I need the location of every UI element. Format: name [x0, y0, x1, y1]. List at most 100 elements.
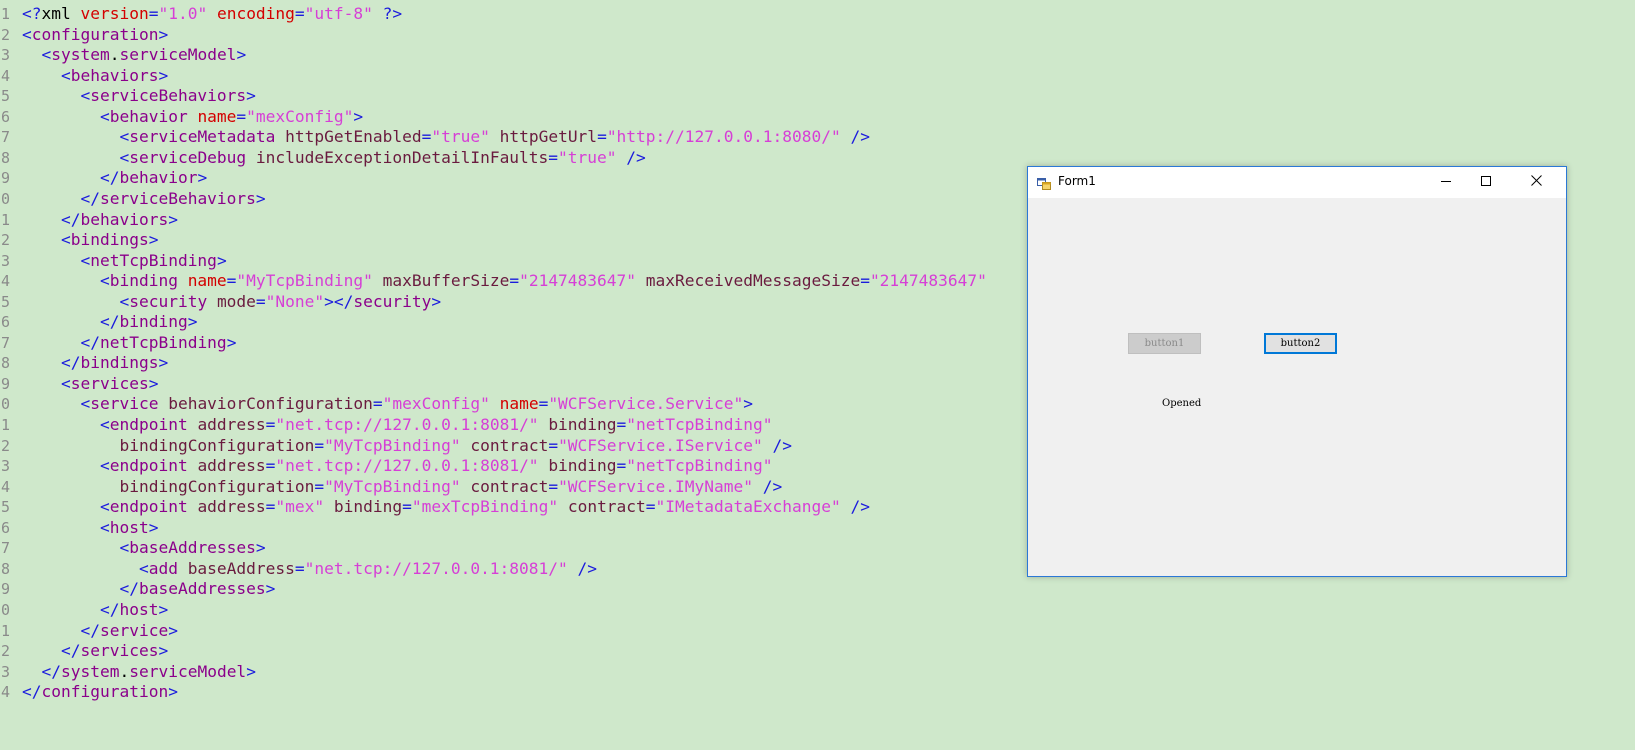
- code-token: address: [197, 497, 266, 517]
- code-text: <security mode="None"></security>: [22, 292, 441, 312]
- code-token: />: [850, 127, 870, 147]
- code-text: <bindings>: [22, 230, 158, 250]
- code-token: binding: [109, 271, 188, 291]
- code-text: bindingConfiguration="MyTcpBinding" cont…: [22, 477, 782, 497]
- code-token: "net.tcp://127.0.0.1:8081/": [275, 415, 539, 434]
- window-titlebar[interactable]: Form1: [1028, 167, 1566, 198]
- code-token: name: [187, 271, 227, 291]
- button2[interactable]: button2: [1264, 333, 1337, 354]
- minimize-button[interactable]: [1426, 167, 1466, 198]
- code-token: security: [129, 291, 217, 311]
- code-token: <: [80, 250, 91, 270]
- code-token: baseAddress: [187, 558, 295, 578]
- code-token: binding: [333, 497, 403, 517]
- code-text: <?xml version="1.0" encoding="utf-8" ?>: [22, 4, 402, 24]
- code-token: xml: [41, 4, 81, 23]
- code-token: baseAddresses: [129, 538, 256, 558]
- code-token: <: [60, 230, 71, 250]
- code-text: </netTcpBinding>: [22, 333, 236, 353]
- code-token: />: [626, 147, 646, 167]
- code-token: serviceDebug: [129, 147, 256, 167]
- code-token: endpoint: [109, 456, 198, 476]
- close-button[interactable]: [1506, 167, 1566, 198]
- line-number: 0: [0, 395, 10, 414]
- code-token: "None": [265, 291, 325, 311]
- code-token: ></: [324, 291, 354, 311]
- code-token: contract: [470, 476, 549, 496]
- minimize-icon: [1441, 175, 1451, 190]
- code-token: bindingConfiguration: [119, 476, 315, 496]
- line-number: 2: [0, 25, 10, 44]
- code-text: </services>: [22, 641, 168, 661]
- code-token: contract: [567, 497, 646, 517]
- code-token: "true": [431, 127, 490, 147]
- code-token: >: [168, 209, 178, 229]
- code-token: />: [577, 558, 598, 578]
- code-text: <behavior name="mexConfig">: [22, 107, 363, 127]
- line-number: 0: [0, 600, 10, 619]
- form1-window[interactable]: Form1 button1 button2 Opened: [1027, 166, 1567, 577]
- code-token: "MyTcpBinding": [324, 435, 461, 455]
- code-token: "mexConfig": [246, 106, 354, 126]
- code-token: "true": [558, 147, 617, 167]
- code-token: netTcpBinding: [90, 250, 217, 270]
- code-text: </binding>: [22, 312, 197, 332]
- code-token: "net.tcp://127.0.0.1:8081/": [304, 558, 568, 578]
- code-token: >: [148, 517, 159, 537]
- line-number: 9: [0, 169, 10, 188]
- code-token: </: [22, 682, 42, 702]
- line-number: 2: [0, 231, 10, 250]
- maximize-icon: [1481, 175, 1491, 190]
- code-token: binding: [548, 456, 617, 476]
- code-token: =: [265, 456, 276, 476]
- code-token: encoding: [216, 4, 295, 23]
- line-number: 7: [0, 333, 10, 352]
- code-token: <: [80, 86, 91, 106]
- window-title: Form1: [1058, 174, 1096, 188]
- code-text: <serviceBehaviors>: [22, 86, 255, 106]
- line-number: 1: [0, 210, 10, 229]
- code-token: address: [197, 415, 266, 434]
- code-text: </behavior>: [22, 168, 207, 188]
- code-token: "netTcpBinding": [626, 415, 773, 434]
- line-number: 5: [0, 292, 10, 311]
- code-token: >: [353, 106, 364, 126]
- code-text: <serviceMetadata httpGetEnabled="true" h…: [22, 127, 870, 147]
- status-label: Opened: [1162, 398, 1202, 409]
- button1[interactable]: button1: [1128, 333, 1201, 354]
- code-token: serviceModel: [119, 45, 237, 65]
- code-token: binding: [119, 312, 188, 332]
- code-token: </: [99, 312, 120, 332]
- code-token: <: [99, 415, 110, 434]
- maximize-button[interactable]: [1466, 167, 1506, 198]
- code-token: >: [743, 394, 753, 414]
- code-token: =: [226, 271, 237, 291]
- code-text: <service behaviorConfiguration="mexConfi…: [22, 394, 753, 414]
- code-token: =: [255, 291, 266, 311]
- code-token: configuration: [41, 682, 169, 702]
- code-token: >: [187, 312, 198, 332]
- code-token: =: [645, 497, 656, 517]
- code-token: <: [60, 65, 71, 85]
- code-token: >: [148, 373, 159, 393]
- code-token: <: [80, 394, 91, 414]
